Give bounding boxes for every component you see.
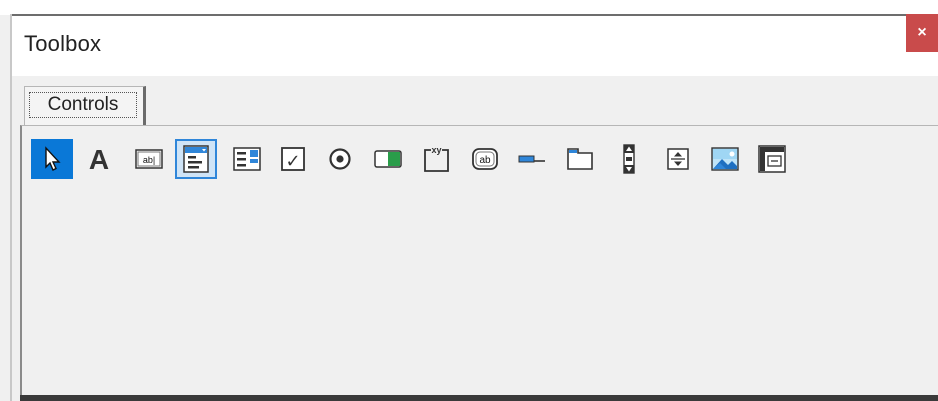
- multipage-icon: [567, 148, 593, 170]
- tool-image[interactable]: [704, 139, 746, 179]
- tool-commandbutton[interactable]: ab: [464, 139, 506, 179]
- tool-listbox[interactable]: [226, 139, 268, 179]
- frame-icon: xy: [424, 145, 449, 172]
- panel-bottom-edge: [20, 395, 938, 401]
- refedit-icon: [758, 145, 786, 173]
- tool-textbox[interactable]: ab|: [128, 139, 170, 179]
- checkbox-icon: ✓: [281, 147, 305, 172]
- togglebutton-icon: [374, 150, 402, 168]
- controls-panel: A ab| ✓ xy ab: [20, 125, 938, 401]
- image-icon: [711, 147, 739, 171]
- close-button[interactable]: ×: [906, 14, 938, 52]
- scrollbar-icon: [623, 144, 635, 174]
- tool-checkbox[interactable]: ✓: [272, 139, 314, 179]
- tab-strip: Controls: [12, 76, 938, 126]
- combobox-icon: [183, 145, 209, 173]
- commandbutton-icon: ab: [472, 148, 498, 170]
- select-objects-icon: [45, 146, 61, 171]
- tool-scrollbar[interactable]: [608, 139, 650, 179]
- listbox-icon: [233, 147, 261, 171]
- label-icon: A: [89, 144, 109, 174]
- title-bar[interactable]: Toolbox: [12, 16, 938, 76]
- commandbutton-icon-glyph: ab: [479, 155, 491, 166]
- tab-controls-label: Controls: [29, 92, 137, 118]
- textbox-icon: ab|: [135, 149, 163, 169]
- screen-top-strip: [0, 0, 938, 15]
- window-title: Toolbox: [24, 31, 102, 56]
- tab-controls[interactable]: Controls: [24, 86, 146, 126]
- tool-select-objects[interactable]: [31, 139, 73, 179]
- tool-optionbutton[interactable]: [319, 139, 361, 179]
- frame-icon-glyph: xy: [431, 145, 441, 155]
- tool-spinbutton[interactable]: [657, 139, 699, 179]
- tool-refedit[interactable]: [751, 139, 793, 179]
- tool-combobox[interactable]: [175, 139, 217, 179]
- checkbox-icon-glyph: ✓: [285, 151, 300, 172]
- tabstrip-icon: [518, 155, 545, 163]
- optionbutton-icon: [329, 148, 351, 170]
- spinbutton-icon: [667, 148, 689, 170]
- label-icon-glyph: A: [89, 144, 109, 174]
- tool-frame[interactable]: xy: [415, 139, 457, 179]
- tool-tabstrip[interactable]: [511, 139, 553, 179]
- textbox-icon-glyph: ab|: [143, 155, 155, 165]
- tool-togglebutton[interactable]: [367, 139, 409, 179]
- tool-label[interactable]: A: [78, 139, 120, 179]
- tool-multipage[interactable]: [559, 139, 601, 179]
